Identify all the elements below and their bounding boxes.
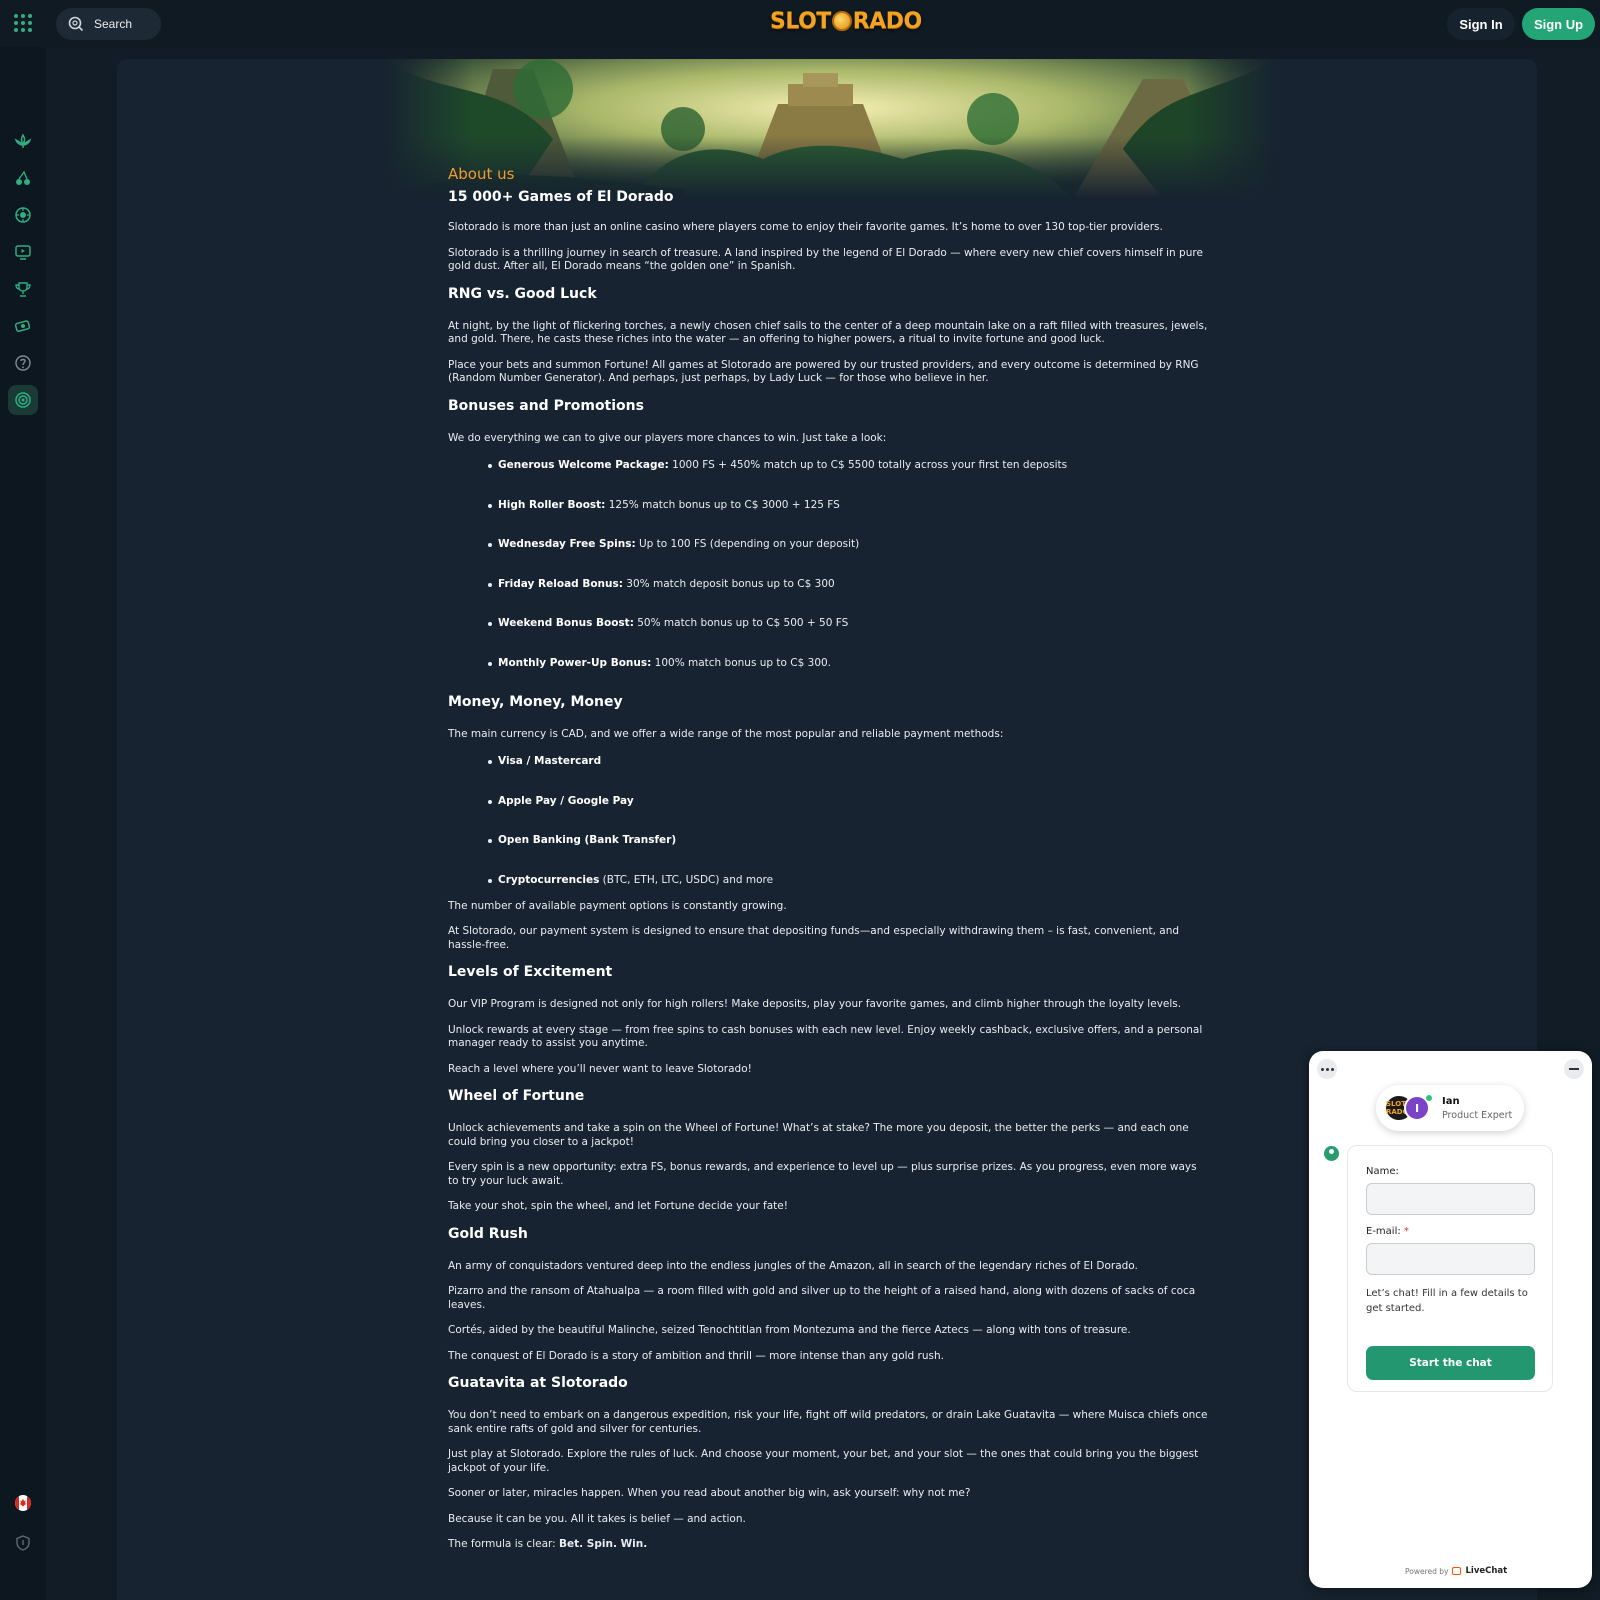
lotus-icon[interactable] <box>8 126 38 156</box>
paragraph: Our VIP Program is designed not only for… <box>448 998 1182 1010</box>
trophy-icon[interactable] <box>8 274 38 304</box>
bonus-wheel-icon[interactable] <box>8 385 38 415</box>
livechat-widget: SLOTO RADO I Ian Product Expert Name: E-… <box>1309 1051 1592 1588</box>
payment-list: Visa / Mastercard Apple Pay / Google Pay… <box>488 755 1208 900</box>
section-heading-bonuses: Bonuses and Promotions <box>448 397 644 414</box>
email-label: E-mail: * <box>1366 1226 1409 1237</box>
agent-role: Product Expert <box>1442 1110 1513 1121</box>
section-heading-money: Money, Money, Money <box>448 693 623 710</box>
prechat-form: Name: E-mail: * Let’s chat! Fill in a fe… <box>1347 1145 1553 1392</box>
paragraph: Because it can be you. All it takes is b… <box>448 1512 746 1525</box>
list-item: Monthly Power-Up Bonus: 100% match bonus… <box>488 657 1208 683</box>
paragraph: At night, by the light of flickering tor… <box>448 319 1208 346</box>
about-article: About us 15 000+ Games of El Dorado Slot… <box>448 165 1208 1564</box>
paragraph: Just play at Slotorado. Explore the rule… <box>448 1448 1199 1474</box>
sidebar <box>0 47 46 1600</box>
paragraph: Every spin is a new opportunity: extra F… <box>448 1161 1197 1187</box>
section-heading-wheel: Wheel of Fortune <box>448 1088 585 1104</box>
paragraph: The main currency is CAD, and we offer a… <box>448 727 1004 740</box>
search-label: Search <box>94 17 133 31</box>
live-tv-icon[interactable] <box>8 237 38 267</box>
intro-paragraph: Slotorado is more than just an online ca… <box>448 221 1163 233</box>
search-icon <box>68 16 84 32</box>
paragraph: We do everything we can to give our play… <box>448 431 887 444</box>
paragraph: Pizarro and the ransom of Atahualpa — a … <box>448 1285 1196 1311</box>
list-item: Visa / Mastercard <box>488 755 1208 795</box>
page-title: 15 000+ Games of El Dorado <box>448 189 674 205</box>
list-item: Weekend Bonus Boost: 50% match bonus up … <box>488 617 1208 657</box>
page-label: About us <box>448 165 515 183</box>
list-item: Apple Pay / Google Pay <box>488 795 1208 835</box>
name-label: Name: <box>1366 1166 1399 1177</box>
livechat-icon <box>1452 1567 1462 1575</box>
paragraph: At Slotorado, our payment system is desi… <box>448 925 1180 951</box>
list-item: Open Banking (Bank Transfer) <box>488 834 1208 874</box>
chat-intro-note: Let’s chat! Fill in a few details to get… <box>1366 1288 1528 1314</box>
paragraph: Unlock achievements and take a spin on t… <box>448 1122 1189 1148</box>
section-heading-levels: Levels of Excitement <box>448 964 613 980</box>
paragraph: The number of available payment options … <box>448 899 787 912</box>
chat-minimize-button[interactable] <box>1564 1059 1584 1079</box>
name-field[interactable] <box>1366 1183 1535 1215</box>
paragraph: Unlock rewards at every stage — from fre… <box>448 1023 1203 1050</box>
chat-menu-button[interactable] <box>1317 1059 1337 1079</box>
intro-paragraph: Slotorado is a thrilling journey in sear… <box>448 246 1203 273</box>
sign-up-button[interactable]: Sign Up <box>1522 8 1595 40</box>
site-logo[interactable]: SLOT RADO <box>770 9 922 34</box>
powered-by[interactable]: Powered by LiveChat <box>1405 1566 1507 1576</box>
canada-flag-icon[interactable] <box>8 1488 38 1518</box>
paragraph: Cortés, aided by the beautiful Malinche,… <box>448 1324 1131 1336</box>
paragraph: Place your bets and summon Fortune! All … <box>448 358 1199 385</box>
sign-in-button[interactable]: Sign In <box>1447 8 1515 40</box>
search-button[interactable]: Search <box>56 8 161 40</box>
agent-name: Ian <box>1442 1096 1460 1107</box>
help-icon[interactable] <box>8 348 38 378</box>
bonus-list: Generous Welcome Package: 1000 FS + 450%… <box>488 459 1208 683</box>
section-heading-gold-rush: Gold Rush <box>448 1225 528 1242</box>
list-item: Generous Welcome Package: 1000 FS + 450%… <box>488 459 1208 499</box>
cherries-icon[interactable] <box>8 163 38 193</box>
formula-paragraph: The formula is clear: Bet. Spin. Win. <box>448 1538 648 1550</box>
section-heading-guatavita: Guatavita at Slotorado <box>448 1375 628 1391</box>
online-status-icon <box>1425 1094 1433 1102</box>
paragraph: Reach a level where you’ll never want to… <box>448 1062 752 1075</box>
top-bar: Search SLOT RADO Sign In Sign Up <box>0 0 1600 47</box>
paragraph: An army of conquistadors ventured deep i… <box>448 1259 1138 1272</box>
start-chat-button[interactable]: Start the chat <box>1366 1346 1535 1380</box>
paragraph: You don’t need to embark on a dangerous … <box>448 1409 1208 1435</box>
apps-grid-icon[interactable] <box>12 12 34 34</box>
paragraph: The conquest of El Dorado is a story of … <box>448 1349 944 1362</box>
paragraph: Sooner or later, miracles happen. When y… <box>448 1487 971 1499</box>
email-field[interactable] <box>1366 1243 1535 1275</box>
bot-avatar-icon <box>1324 1146 1339 1161</box>
agent-card: SLOTO RADO I Ian Product Expert <box>1376 1085 1524 1131</box>
paragraph: Take your shot, spin the wheel, and let … <box>448 1200 788 1212</box>
shield-icon[interactable] <box>8 1528 38 1558</box>
section-heading-rng: RNG vs. Good Luck <box>448 285 597 302</box>
coin-icon <box>831 11 852 31</box>
list-item: Wednesday Free Spins: Up to 100 FS (depe… <box>488 538 1208 578</box>
list-item: Friday Reload Bonus: 30% match deposit b… <box>488 578 1208 618</box>
list-item: High Roller Boost: 125% match bonus up t… <box>488 499 1208 539</box>
money-icon[interactable] <box>8 311 38 341</box>
roulette-icon[interactable] <box>8 200 38 230</box>
list-item: Cryptocurrencies (BTC, ETH, LTC, USDC) a… <box>488 874 1208 900</box>
